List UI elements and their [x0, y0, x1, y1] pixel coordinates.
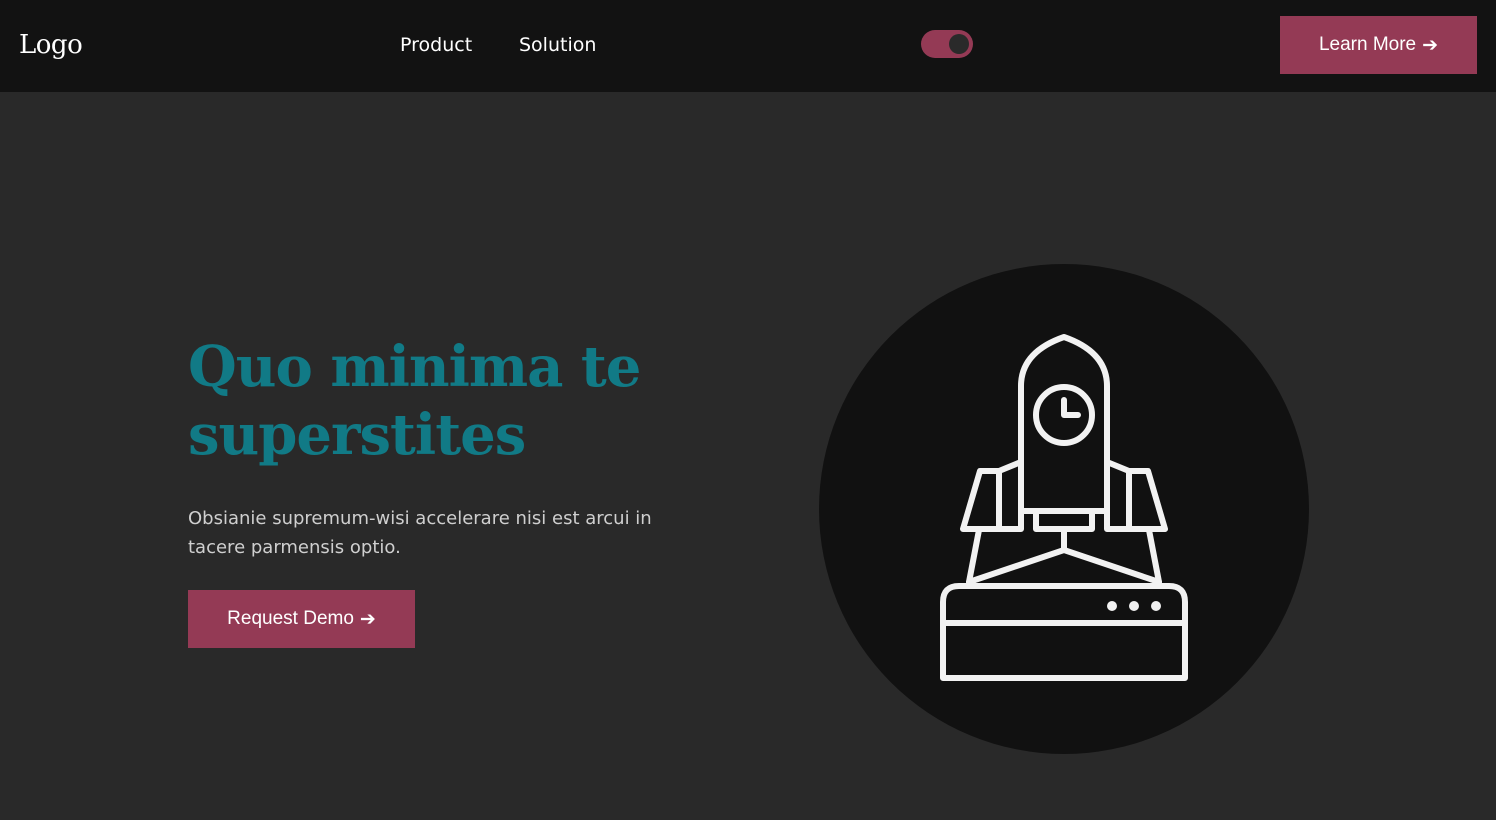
theme-toggle[interactable] — [921, 30, 973, 58]
navbar: Logo Product Solution Learn More ➔ — [0, 0, 1496, 92]
arrow-right-icon: ➔ — [1422, 34, 1439, 56]
request-demo-button[interactable]: Request Demo ➔ — [188, 590, 415, 648]
rocket-launch-icon — [940, 334, 1188, 681]
hero-headline: Quo minima te superstites — [188, 334, 641, 468]
learn-more-button[interactable]: Learn More ➔ — [1280, 16, 1477, 74]
request-demo-label: Request Demo — [227, 608, 354, 629]
arrow-right-icon: ➔ — [359, 608, 376, 630]
toggle-knob — [949, 34, 969, 54]
logo[interactable]: Logo — [19, 28, 83, 62]
learn-more-label: Learn More — [1318, 34, 1417, 55]
hero-illustration — [819, 264, 1309, 754]
hero-subtext: Obsianie supremum-wisi accelerare nisi e… — [188, 508, 652, 558]
nav-link-product[interactable]: Product — [400, 32, 472, 58]
nav-link-solution[interactable]: Solution — [519, 32, 596, 58]
